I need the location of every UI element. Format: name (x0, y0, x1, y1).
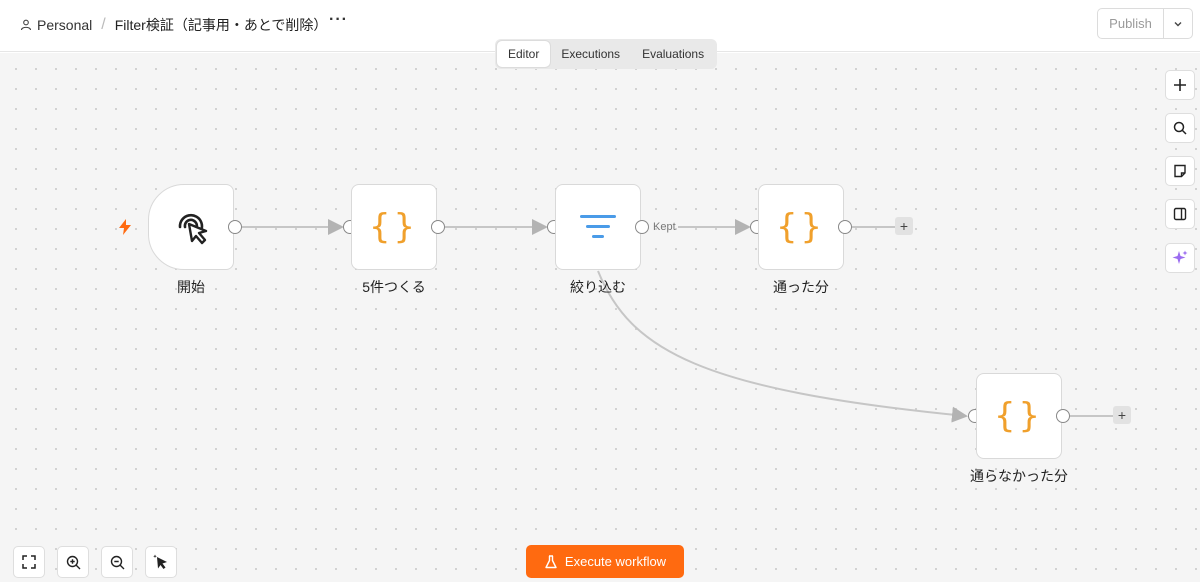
cursor-click-icon (178, 213, 208, 245)
publish-group: Publish (1097, 8, 1193, 39)
workspace-link[interactable]: Personal (37, 17, 92, 33)
breadcrumb-separator: / (101, 16, 106, 33)
publish-options-button[interactable] (1164, 9, 1192, 38)
execute-workflow-button[interactable]: Execute workflow (526, 545, 684, 578)
add-node-panel-button[interactable] (1165, 70, 1195, 100)
node-make5-label: 5件つくる (362, 279, 426, 295)
code-braces-icon: {} (776, 207, 826, 247)
filter-icon (580, 215, 616, 238)
sticky-note-icon (1174, 164, 1186, 178)
node-passed-output-handle[interactable] (838, 220, 852, 234)
trigger-bolt-icon (119, 219, 131, 235)
plus-icon (1174, 79, 1186, 91)
node-passed[interactable]: {} (758, 184, 844, 270)
breadcrumb: Personal / Filter検証（記事用・あとで削除） (20, 15, 327, 35)
node-failed[interactable]: {} (976, 373, 1062, 459)
person-icon (20, 19, 32, 31)
panel-icon (1173, 207, 1187, 221)
node-passed-label: 通った分 (773, 279, 829, 295)
search-nodes-button[interactable] (1165, 113, 1195, 143)
search-icon (1173, 121, 1187, 135)
node-make5-output-handle[interactable] (431, 220, 445, 234)
node-filter-kept-handle[interactable] (635, 220, 649, 234)
add-node-button[interactable]: + (895, 217, 913, 235)
node-failed-output-handle[interactable] (1056, 409, 1070, 423)
code-braces-icon: {} (369, 207, 419, 247)
toggle-panel-button[interactable] (1165, 199, 1195, 229)
view-tabs: Editor Executions Evaluations (495, 39, 718, 69)
sticky-note-button[interactable] (1165, 156, 1195, 186)
flask-icon (545, 554, 557, 568)
zoom-in-button[interactable] (57, 546, 89, 578)
node-make5[interactable]: {} (351, 184, 437, 270)
node-filter-label: 絞り込む (570, 279, 626, 295)
fit-view-button[interactable] (13, 546, 45, 578)
ai-assistant-button[interactable] (1165, 243, 1195, 273)
more-options-button[interactable]: ··· (329, 11, 348, 29)
code-braces-icon: {} (994, 396, 1044, 436)
tidy-up-button[interactable] (145, 546, 177, 578)
sparkle-icon (1172, 250, 1188, 264)
execute-workflow-label: Execute workflow (564, 554, 667, 569)
node-filter[interactable] (555, 184, 641, 270)
cursor-sparkle-icon (153, 554, 167, 569)
chevron-down-icon (1174, 21, 1182, 26)
tab-evaluations[interactable]: Evaluations (631, 41, 715, 67)
node-failed-label: 通らなかった分 (970, 468, 1068, 484)
add-node-button[interactable]: + (1113, 406, 1131, 424)
tab-executions[interactable]: Executions (550, 41, 631, 67)
workflow-title[interactable]: Filter検証（記事用・あとで削除） (115, 15, 328, 35)
node-start-label: 開始 (177, 279, 205, 295)
fit-view-icon (22, 555, 36, 569)
node-start[interactable] (148, 184, 234, 270)
tab-editor[interactable]: Editor (497, 41, 551, 67)
zoom-in-icon (66, 555, 80, 569)
workflow-canvas[interactable] (0, 53, 1200, 582)
edge-kept-label: Kept (653, 221, 676, 233)
zoom-out-icon (110, 555, 124, 569)
publish-button[interactable]: Publish (1098, 9, 1164, 38)
node-start-output-handle[interactable] (228, 220, 242, 234)
zoom-out-button[interactable] (101, 546, 133, 578)
